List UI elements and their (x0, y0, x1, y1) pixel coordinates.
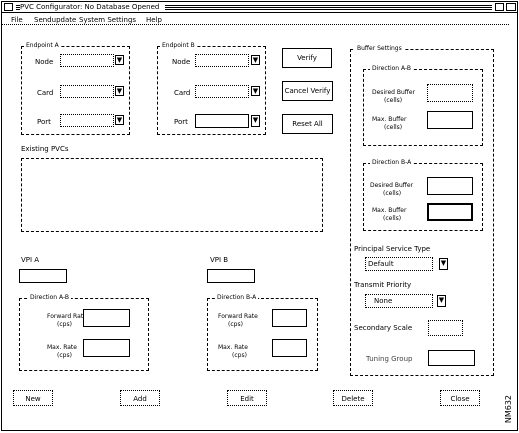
max-rate-unit: (cps) (232, 352, 247, 359)
dropdown-arrow-icon[interactable]: ▼ (439, 258, 448, 270)
endpoint-a-port-select[interactable] (60, 114, 114, 127)
endpoint-b-title: Endpoint B (160, 42, 197, 49)
menu-file[interactable]: File (11, 16, 23, 24)
desired-buffer-unit: (cells) (384, 97, 403, 104)
dropdown-arrow-icon[interactable]: ▼ (251, 115, 260, 127)
endpoint-b-node-label: Node (172, 58, 191, 66)
max-rate-b-a-input[interactable] (272, 339, 307, 357)
maximize-button[interactable] (506, 3, 516, 11)
desired-buffer-b-a-input[interactable] (427, 177, 473, 195)
dropdown-arrow-icon[interactable]: ▼ (251, 55, 260, 65)
endpoint-b-card-select[interactable] (195, 85, 249, 98)
max-buffer-label: Max. Buffer (372, 207, 407, 214)
desired-buffer-label: Desired Buffer (370, 182, 414, 189)
direction-b-a-title: Direction B-A (215, 294, 259, 301)
forward-rate-b-a-input[interactable] (272, 309, 307, 327)
title-bar-texture (165, 4, 492, 10)
verify-button[interactable]: Verify (282, 48, 332, 68)
menu-sendupdate[interactable]: Sendupdate (34, 16, 76, 24)
dropdown-arrow-icon[interactable]: ▼ (115, 115, 124, 125)
minimize-button[interactable] (495, 3, 504, 11)
dropdown-arrow-icon[interactable]: ▼ (115, 55, 124, 65)
endpoint-a-card-label: Card (37, 89, 54, 97)
endpoint-b-node-select[interactable] (195, 54, 249, 67)
endpoint-a-title: Endpoint A (24, 42, 61, 49)
vpi-b-label: VPI B (210, 256, 229, 264)
close-button[interactable]: Close (440, 390, 480, 406)
max-rate-label: Max. Rate (218, 344, 248, 351)
existing-pvcs-list[interactable] (21, 158, 323, 232)
dropdown-arrow-icon[interactable]: ▼ (437, 295, 446, 307)
buffer-direction-a-b-title: Direction A-B (370, 65, 414, 72)
menu-help[interactable]: Help (146, 16, 162, 24)
desired-buffer-label: Desired Buffer (372, 89, 416, 96)
buffer-direction-a-b-group (363, 69, 483, 146)
principal-service-type-value: Default (368, 260, 394, 268)
edit-button[interactable]: Edit (227, 390, 267, 406)
principal-service-type-label: Principal Service Type (354, 245, 431, 253)
max-buffer-a-b-input[interactable] (427, 111, 473, 129)
max-rate-unit: (cps) (57, 352, 72, 359)
vpi-b-input[interactable] (207, 269, 255, 283)
endpoint-b-port-label: Port (174, 118, 188, 126)
forward-rate-unit: (cps) (57, 321, 72, 328)
new-button[interactable]: New (13, 390, 53, 406)
max-buffer-unit: (cells) (383, 215, 402, 222)
forward-rate-label: Forward Rate (47, 313, 87, 320)
max-rate-label: Max. Rate (47, 344, 77, 351)
max-rate-a-b-input[interactable] (83, 339, 130, 357)
max-buffer-unit: (cells) (384, 124, 403, 131)
desired-buffer-unit: (cells) (383, 190, 402, 197)
add-button[interactable]: Add (120, 390, 160, 406)
endpoint-a-port-label: Port (37, 118, 51, 126)
tuning-group-label: Tuning Group (366, 355, 413, 363)
vpi-a-label: VPI A (21, 256, 40, 264)
secondary-scale-input[interactable] (428, 320, 463, 336)
transmit-priority-label: Transmit Priority (354, 281, 412, 289)
endpoint-a-card-select[interactable] (60, 85, 114, 98)
reset-all-button[interactable]: Reset All (282, 114, 333, 134)
secondary-scale-label: Secondary Scale (354, 324, 413, 332)
max-buffer-label: Max. Buffer (372, 116, 407, 123)
menu-system-settings[interactable]: System Settings (79, 16, 136, 24)
dropdown-arrow-icon[interactable]: ▼ (115, 86, 124, 96)
endpoint-b-port-select[interactable] (195, 114, 249, 128)
forward-rate-a-b-input[interactable] (83, 309, 130, 327)
endpoint-b-card-label: Card (174, 89, 191, 97)
forward-rate-unit: (cps) (228, 321, 243, 328)
window-menu-button[interactable] (4, 3, 13, 11)
window-title: PVC Configurator: No Database Opened (20, 3, 160, 11)
endpoint-a-node-label: Node (35, 58, 54, 66)
max-buffer-b-a-input[interactable] (427, 203, 473, 221)
vpi-a-input[interactable] (19, 269, 67, 283)
forward-rate-label: Forward Rate (218, 313, 258, 320)
tuning-group-input[interactable] (428, 350, 475, 366)
direction-a-b-title: Direction A-B (28, 294, 72, 301)
existing-pvcs-label: Existing PVCs (21, 145, 69, 153)
buffer-direction-b-a-title: Direction B-A (370, 159, 414, 166)
figure-label: NM632 (504, 395, 513, 424)
transmit-priority-value: None (374, 297, 393, 305)
buffer-settings-title: Buffer Settings (355, 45, 404, 52)
delete-button[interactable]: Delete (333, 390, 373, 406)
endpoint-a-node-select[interactable] (60, 54, 114, 67)
dropdown-arrow-icon[interactable]: ▼ (251, 86, 260, 96)
cancel-verify-button[interactable]: Cancel Verify (282, 81, 333, 101)
desired-buffer-a-b-input[interactable] (427, 84, 473, 102)
